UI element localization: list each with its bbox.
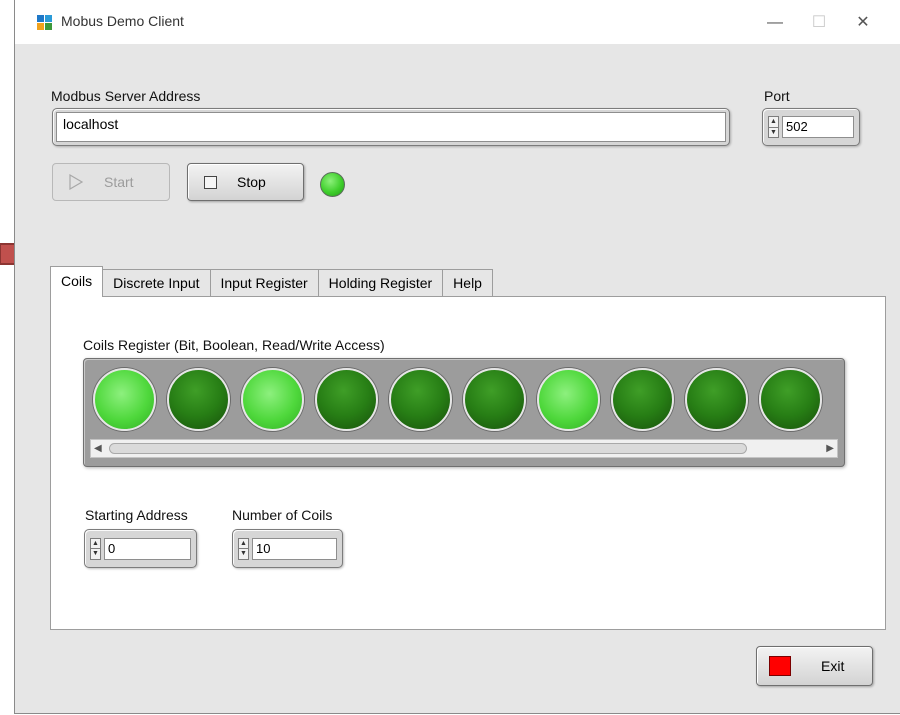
number-of-coils-control[interactable]: ▲ ▼ 10 [232,529,343,568]
coil-indicator[interactable] [241,368,304,431]
start-label: Start [104,174,134,190]
port-spinner[interactable]: ▲ ▼ [768,116,779,138]
stop-icon [204,175,217,189]
number-of-coils-spinner[interactable]: ▲ ▼ [238,537,249,560]
tab-holding-register[interactable]: Holding Register [317,269,444,297]
coil-indicator[interactable] [611,368,674,431]
coil-indicator[interactable] [93,368,156,431]
port-control[interactable]: ▲ ▼ 502 [762,108,860,146]
coil-indicator[interactable] [759,368,822,431]
server-address-field[interactable]: localhost [52,108,730,146]
exit-button[interactable]: Exit [756,646,873,686]
server-address-label: Modbus Server Address [51,88,201,104]
app-icon [37,15,53,30]
maximize-button[interactable]: ☐ [797,8,841,38]
tab-coils[interactable]: Coils [50,266,104,297]
status-led [320,172,345,197]
port-input[interactable]: 502 [782,116,854,138]
coil-indicator[interactable] [167,368,230,431]
red-square-icon [769,656,791,676]
starting-address-input[interactable]: 0 [104,537,191,560]
number-of-coils-label: Number of Coils [232,507,333,523]
port-label: Port [764,88,790,104]
play-icon [69,174,84,190]
server-address-input[interactable]: localhost [56,112,726,142]
tab-input-register[interactable]: Input Register [209,269,319,297]
coil-indicator[interactable] [463,368,526,431]
stop-button[interactable]: Stop [187,163,304,201]
minimize-button[interactable]: — [753,8,797,38]
coil-indicator[interactable] [537,368,600,431]
title-bar: Mobus Demo Client — ☐ ✕ [15,0,900,44]
tab-bar: Coils Discrete Input Input Register Hold… [50,266,493,297]
coil-indicator[interactable] [389,368,452,431]
start-button[interactable]: Start [52,163,170,201]
tab-help[interactable]: Help [442,269,493,297]
starting-address-spinner[interactable]: ▲ ▼ [90,537,101,560]
coils-scrollbar[interactable]: ◀ ▶ [90,439,838,458]
close-button[interactable]: ✕ [841,8,885,38]
scroll-right-icon[interactable]: ▶ [826,441,834,456]
coils-register-caption: Coils Register (Bit, Boolean, Read/Write… [83,337,385,353]
stop-label: Stop [237,174,266,190]
number-of-coils-input[interactable]: 10 [252,537,337,560]
coil-indicator[interactable] [315,368,378,431]
scroll-thumb[interactable] [109,443,747,454]
coil-row [93,368,822,431]
starting-address-label: Starting Address [85,507,188,523]
window-title: Mobus Demo Client [61,13,184,29]
tab-discrete-input[interactable]: Discrete Input [102,269,211,297]
coil-indicator[interactable] [685,368,748,431]
exit-label: Exit [821,658,845,674]
coils-array: ◀ ▶ [83,358,845,467]
scroll-left-icon[interactable]: ◀ [94,441,102,456]
starting-address-control[interactable]: ▲ ▼ 0 [84,529,197,568]
